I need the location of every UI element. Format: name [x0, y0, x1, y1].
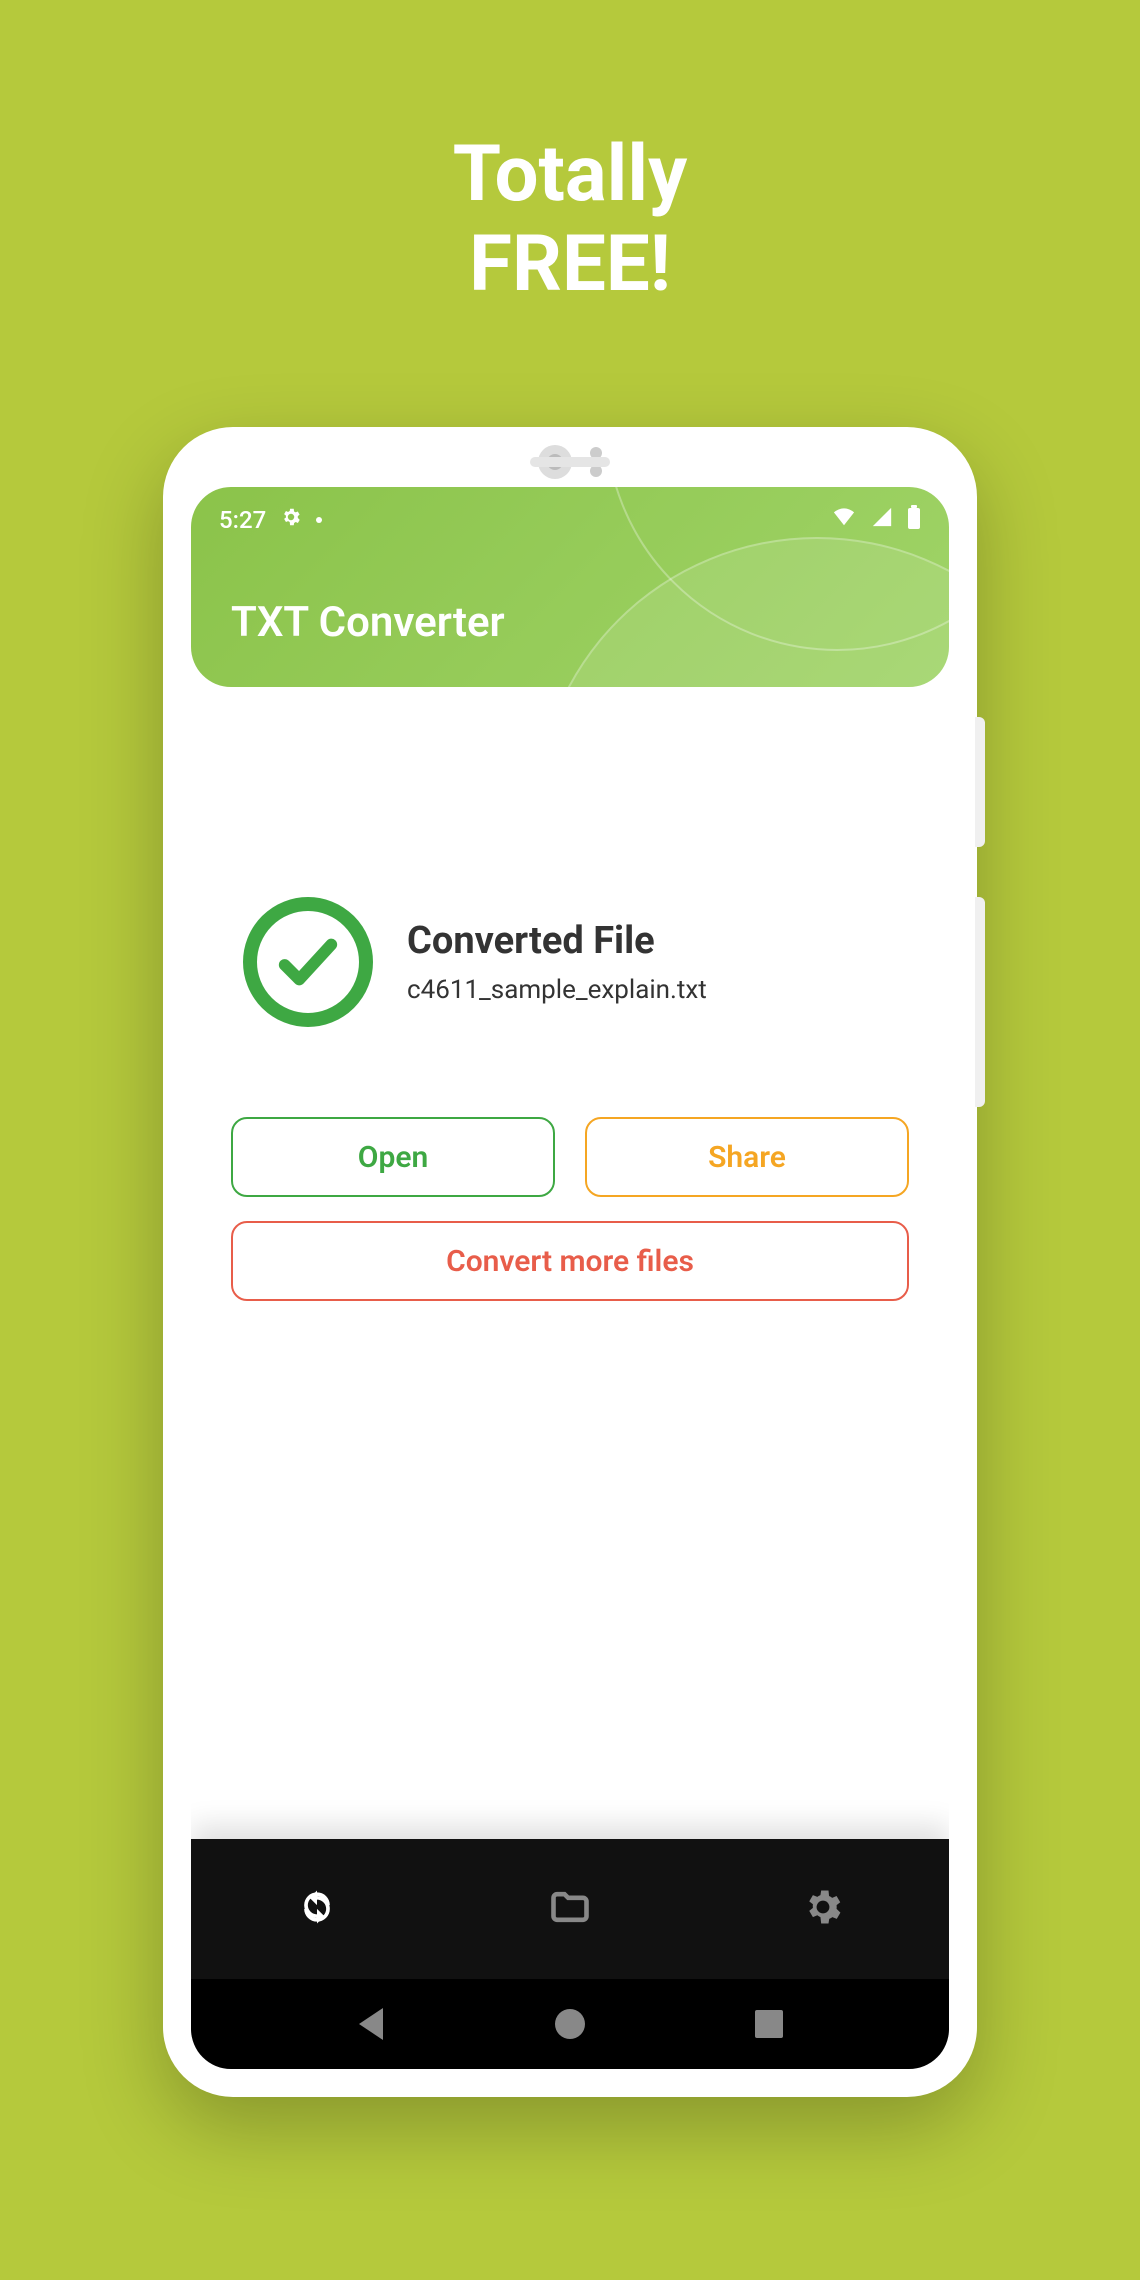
result-filename: c4611_sample_explain.txt	[407, 975, 707, 1005]
nav-home[interactable]	[500, 2009, 640, 2039]
side-button	[975, 897, 985, 1107]
convert-more-button[interactable]: Convert more files	[231, 1221, 909, 1301]
triangle-back-icon	[359, 2008, 383, 2040]
result-row: Converted File c4611_sample_explain.txt	[231, 897, 909, 1027]
promo-headline: Totally FREE!	[0, 130, 1140, 309]
wifi-icon	[831, 506, 857, 534]
files-tab[interactable]	[548, 1887, 592, 1931]
gear-icon	[280, 506, 302, 534]
status-bar: 5:27	[219, 505, 921, 535]
circle-home-icon	[555, 2009, 585, 2039]
phone-hardware	[163, 445, 977, 479]
gear-icon	[801, 1885, 845, 1933]
nav-back[interactable]	[301, 2008, 441, 2040]
system-nav	[191, 1979, 949, 2069]
dot-icon	[316, 517, 322, 523]
square-recents-icon	[755, 2010, 783, 2038]
result-text: Converted File c4611_sample_explain.txt	[407, 919, 707, 1005]
app-header: 5:27 TXT	[191, 487, 949, 687]
main-content: Converted File c4611_sample_explain.txt …	[191, 687, 949, 1839]
share-button-label: Share	[708, 1140, 786, 1175]
promo-line2: FREE!	[0, 220, 1140, 310]
refresh-tab[interactable]	[295, 1887, 339, 1931]
side-button	[975, 717, 985, 847]
promo-line1: Totally	[0, 130, 1140, 220]
folder-icon	[548, 1885, 592, 1933]
open-button[interactable]: Open	[231, 1117, 555, 1197]
refresh-icon	[295, 1885, 339, 1933]
bottom-nav	[191, 1839, 949, 1979]
status-time: 5:27	[219, 506, 266, 534]
speaker-grille	[530, 457, 610, 467]
open-button-label: Open	[358, 1140, 428, 1175]
app-title: TXT Converter	[231, 598, 505, 647]
signal-icon	[871, 506, 893, 534]
checkmark-icon	[243, 897, 373, 1027]
share-button[interactable]: Share	[585, 1117, 909, 1197]
battery-icon	[907, 505, 921, 535]
result-heading: Converted File	[407, 919, 707, 963]
screen: 5:27 TXT	[191, 487, 949, 2069]
phone-frame: 5:27 TXT	[163, 427, 977, 2097]
settings-tab[interactable]	[801, 1887, 845, 1931]
nav-recents[interactable]	[699, 2010, 839, 2038]
convert-more-label: Convert more files	[446, 1244, 694, 1279]
